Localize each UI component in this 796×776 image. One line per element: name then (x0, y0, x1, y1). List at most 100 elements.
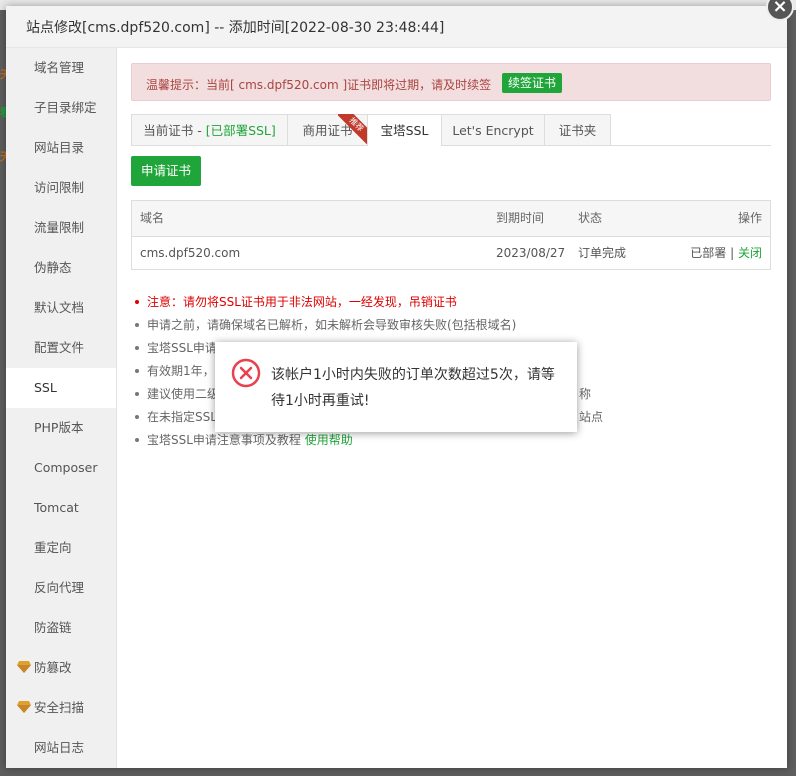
error-icon (231, 358, 261, 388)
sidebar-item-label: 伪静态 (34, 260, 72, 275)
bullet-dot (135, 391, 139, 396)
sidebar-item-tomcat[interactable]: Tomcat (6, 488, 116, 528)
tip-item: 申请之前，请确保域名已解析，如未解析会导致审核失败(包括根域名) (135, 316, 516, 333)
help-link[interactable]: 使用帮助 (305, 433, 353, 447)
sidebar-item-label: 防盗链 (34, 620, 72, 635)
sidebar-item-label: PHP版本 (34, 420, 84, 435)
table-row: cms.dpf520.com 2023/08/27 订单完成 已部署 | 关闭 (132, 237, 770, 270)
tip-text: 申请之前，请确保域名已解析，如未解析会导致审核失败(包括根域名) (147, 318, 517, 332)
renew-certificate-button[interactable]: 续签证书 (502, 73, 563, 93)
sidebar-item-hotlink[interactable]: 防盗链 (6, 608, 116, 648)
sidebar-item-redirect[interactable]: 重定向 (6, 528, 116, 568)
error-message-text: 该帐户1小时内失败的订单次数超过5次，请等待1小时再重试! (271, 367, 555, 409)
gem-icon (17, 661, 31, 673)
sidebar-item-security-scan[interactable]: 安全扫描 (6, 688, 116, 728)
tab-baota-label: 宝塔SSL (380, 123, 429, 138)
sidebar-item-label: 访问限制 (34, 180, 85, 195)
tip-text: 宝塔SSL申请 (147, 341, 217, 355)
row-domain: cms.dpf520.com (140, 246, 241, 260)
sidebar-item-subdir[interactable]: 子目录绑定 (6, 88, 116, 128)
expiry-alert-text: 温馨提示：当前[ cms.dpf520.com ]证书即将过期，请及时续签 (146, 78, 492, 92)
tip-tail: 称 (579, 387, 592, 401)
tip-text: 有效期1年， (147, 364, 215, 378)
sidebar-item-label: 网站目录 (34, 140, 85, 155)
bullet-dot (135, 345, 139, 350)
sidebar-item-label: Composer (34, 460, 98, 475)
tip-tail: 站点 (579, 410, 604, 424)
bullet-dot (135, 368, 139, 373)
tab-current-certificate[interactable]: 当前证书 - [已部署SSL] (131, 114, 288, 145)
sidebar-item-label: 配置文件 (34, 340, 85, 355)
ssl-tabs: 当前证书 - [已部署SSL] 商用证书 推荐 宝塔SSL Let's Encr… (131, 114, 771, 146)
apply-certificate-button[interactable]: 申请证书 (131, 156, 201, 186)
bullet-dot (135, 414, 139, 419)
tab-folder-label: 证书夹 (558, 123, 597, 138)
sidebar-item-label: 域名管理 (34, 60, 85, 75)
header-action: 操作 (737, 211, 762, 225)
header-status: 状态 (578, 211, 603, 225)
tab-current-status: [已部署SSL] (205, 123, 276, 138)
expiry-alert: 温馨提示：当前[ cms.dpf520.com ]证书即将过期，请及时续签 续签… (131, 63, 771, 101)
tip-item: 宝塔SSL申请注意事项及教程 使用帮助 (135, 431, 353, 448)
sidebar-item-reverse-proxy[interactable]: 反向代理 (6, 568, 116, 608)
sidebar-item-site-dir[interactable]: 网站目录 (6, 128, 116, 168)
bullet-dot (135, 299, 139, 304)
sidebar-item-label: 网站日志 (34, 740, 85, 755)
tab-letsencrypt-label: Let's Encrypt (452, 123, 534, 138)
row-expire: 2023/08/27 (496, 246, 566, 260)
sidebar: 域名管理 子目录绑定 网站目录 访问限制 流量限制 伪静态 默认文档 配置文件 … (6, 48, 117, 768)
row-status: 订单完成 (578, 246, 627, 260)
sidebar-item-composer[interactable]: Composer (6, 448, 116, 488)
recommended-badge: 推荐 (338, 114, 368, 144)
tip-item: 有效期1年， (135, 362, 215, 379)
sidebar-item-label: 重定向 (34, 540, 72, 555)
error-message-box: 该帐户1小时内失败的订单次数超过5次，请等待1小时再重试! (215, 342, 577, 432)
bullet-dot (135, 437, 139, 442)
sidebar-item-label: 子目录绑定 (34, 100, 97, 115)
header-expire: 到期时间 (496, 211, 545, 225)
sidebar-item-ssl[interactable]: SSL (6, 368, 116, 408)
sidebar-item-php-version[interactable]: PHP版本 (6, 408, 116, 448)
sidebar-item-label: Tomcat (34, 500, 79, 515)
tab-certificate-folder[interactable]: 证书夹 (544, 114, 611, 145)
action-separator: | (726, 246, 738, 260)
bullet-dot (135, 322, 139, 327)
sidebar-item-domain[interactable]: 域名管理 (6, 48, 116, 88)
sidebar-item-label: 默认文档 (34, 300, 85, 315)
sidebar-item-label: 防篡改 (34, 660, 72, 675)
tip-text: 注意：请勿将SSL证书用于非法网站，一经发现，吊销证书 (147, 295, 457, 309)
gem-icon (17, 701, 31, 713)
sidebar-item-label: 流量限制 (34, 220, 85, 235)
recommended-badge-text: 推荐 (338, 114, 368, 144)
tip-warning: 注意：请勿将SSL证书用于非法网站，一经发现，吊销证书 (135, 293, 457, 310)
tip-text: 宝塔SSL申请注意事项及教程 (147, 433, 305, 447)
deployed-label: 已部署 (690, 246, 727, 260)
sidebar-item-traffic-limit[interactable]: 流量限制 (6, 208, 116, 248)
certificate-table: 域名 到期时间 状态 操作 cms.dpf520.com 2023/08/27 … (131, 200, 771, 270)
tip-item: 宝塔SSL申请 (135, 339, 217, 356)
sidebar-item-label: SSL (34, 380, 57, 395)
close-button[interactable]: × (766, 0, 794, 21)
tab-current-label: 当前证书 - (143, 123, 206, 138)
sidebar-item-site-log[interactable]: 网站日志 (6, 728, 116, 768)
tab-lets-encrypt[interactable]: Let's Encrypt (441, 114, 545, 145)
dialog-title: 站点修改[cms.dpf520.com] -- 添加时间[2022-08-30 … (26, 20, 445, 36)
sidebar-item-label: 安全扫描 (34, 700, 85, 715)
row-actions: 已部署 | 关闭 (690, 237, 762, 270)
sidebar-item-default-doc[interactable]: 默认文档 (6, 288, 116, 328)
header-domain: 域名 (140, 211, 165, 225)
tip-item: 建议使用二级 (135, 385, 219, 402)
close-ssl-link[interactable]: 关闭 (738, 246, 762, 260)
sidebar-item-rewrite[interactable]: 伪静态 (6, 248, 116, 288)
tip-item: 在未指定SSL (135, 408, 217, 425)
sidebar-item-access-limit[interactable]: 访问限制 (6, 168, 116, 208)
tab-baota-ssl[interactable]: 宝塔SSL (367, 114, 442, 146)
sidebar-item-config[interactable]: 配置文件 (6, 328, 116, 368)
table-header: 域名 到期时间 状态 操作 (132, 201, 770, 237)
dialog-titlebar: 站点修改[cms.dpf520.com] -- 添加时间[2022-08-30 … (6, 6, 787, 48)
sidebar-item-label: 反向代理 (34, 580, 85, 595)
tip-text: 建议使用二级 (147, 387, 220, 401)
sidebar-item-tamper-proof[interactable]: 防篡改 (6, 648, 116, 688)
tab-commercial-certificate[interactable]: 商用证书 推荐 (287, 114, 368, 145)
tip-text: 在未指定SSL (147, 410, 217, 424)
